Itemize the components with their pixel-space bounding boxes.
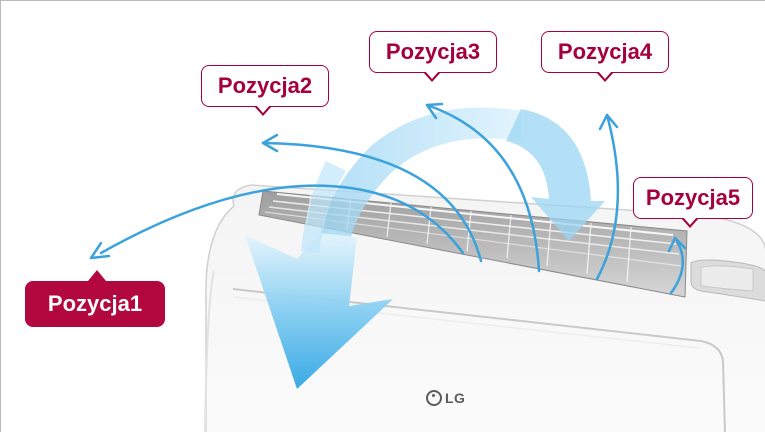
lg-logo-icon [426,390,442,406]
position-2-label: Pozycja2 [201,65,329,107]
position-5-text: Pozycja5 [645,185,741,210]
position-4-label: Pozycja4 [541,31,669,73]
position-1-label: Pozycja1 [25,281,165,327]
position-3-text: Pozycja3 [385,39,481,64]
position-1-pointer [88,270,106,281]
position-5-label: Pozycja5 [633,177,753,219]
position-4-text: Pozycja4 [557,39,653,64]
lg-logo: LG [426,390,465,406]
position-2-text: Pozycja2 [217,73,313,98]
position-3-label: Pozycja3 [369,31,497,73]
diagram-canvas: Pozycja2 Pozycja3 Pozycja4 Pozycja5 Pozy… [0,0,765,432]
position-1-text: Pozycja1 [47,291,143,316]
lg-logo-text: LG [445,390,466,406]
